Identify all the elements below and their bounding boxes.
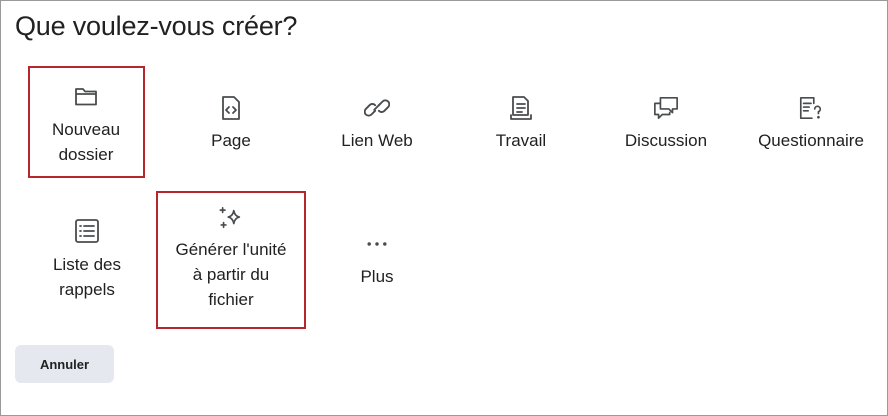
option-page-label: Page [211, 131, 251, 150]
highlight-generate-unit [156, 191, 306, 329]
option-assignment-label: Travail [495, 131, 547, 150]
create-dialog: Que voulez-vous créer? Nouveau dossier P… [0, 0, 888, 416]
option-discussion[interactable]: Discussion [611, 95, 721, 153]
discussion-icon [653, 95, 679, 121]
assignment-icon [508, 95, 534, 121]
option-quiz-label: Questionnaire [758, 131, 864, 150]
cancel-button[interactable]: Annuler [15, 345, 114, 383]
code-page-icon [218, 95, 244, 121]
checklist-icon [74, 218, 100, 244]
option-checklist-label-1: Liste des [52, 255, 122, 274]
highlight-new-folder [28, 66, 145, 178]
option-more[interactable]: Plus [327, 231, 427, 289]
option-more-label: Plus [360, 267, 394, 286]
more-dots-icon [364, 231, 390, 257]
option-page[interactable]: Page [181, 95, 281, 153]
dialog-title: Que voulez-vous créer? [15, 11, 298, 41]
quiz-icon [798, 95, 824, 121]
option-discussion-label: Discussion [624, 131, 708, 150]
link-icon [364, 95, 390, 121]
option-checklist-label-2: rappels [59, 280, 115, 299]
option-quiz[interactable]: Questionnaire [751, 95, 871, 153]
option-web-link-label: Lien Web [341, 131, 413, 150]
option-checklist[interactable]: Liste des rappels [37, 218, 137, 302]
option-assignment[interactable]: Travail [471, 95, 571, 153]
option-web-link[interactable]: Lien Web [327, 95, 427, 153]
